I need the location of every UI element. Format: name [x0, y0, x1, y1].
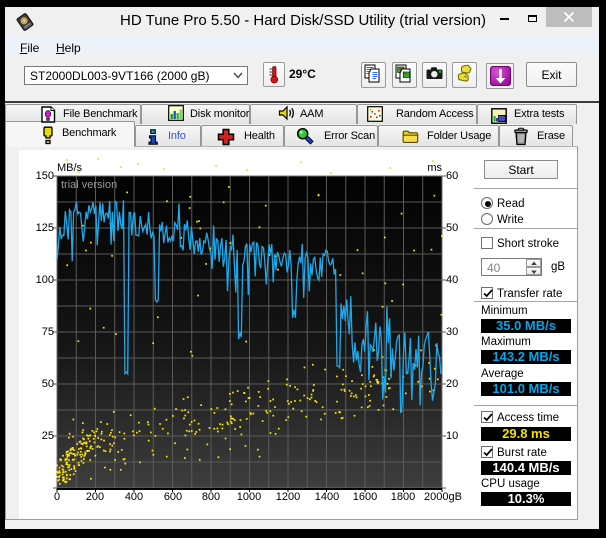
- svg-text:trial version: trial version: [61, 179, 117, 191]
